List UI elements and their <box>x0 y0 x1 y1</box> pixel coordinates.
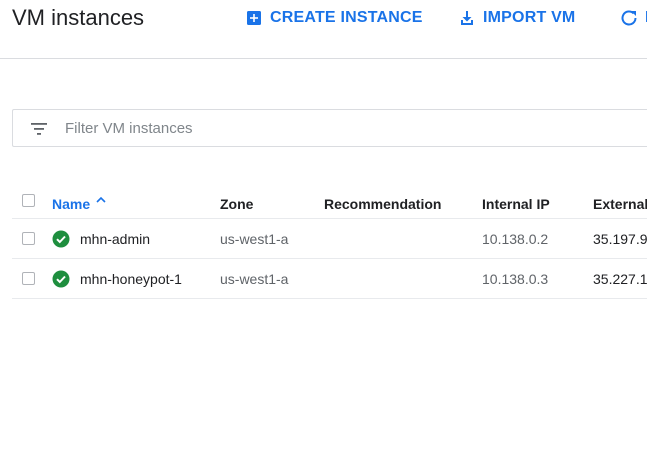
create-instance-button[interactable]: CREATE INSTANCE <box>245 8 423 28</box>
vm-instances-table: Name Zone Recommendation Internal IP Ext… <box>12 184 647 299</box>
instance-name-link[interactable]: mhn-honeypot-1 <box>80 271 182 287</box>
page-header: VM instances CREATE INSTANCE IMPORT VM <box>0 0 647 59</box>
instance-name-link[interactable]: mhn-admin <box>80 231 150 247</box>
refresh-button[interactable]: R <box>620 8 647 28</box>
page-title: VM instances <box>12 5 145 30</box>
table-row: mhn-honeypot-1 us-west1-a 10.138.0.3 35.… <box>12 259 647 299</box>
row-checkbox[interactable] <box>22 272 35 285</box>
refresh-icon <box>620 9 638 27</box>
instance-external-ip[interactable]: 35.227.1 <box>593 259 647 298</box>
row-checkbox-cell <box>22 219 35 258</box>
import-vm-label: IMPORT VM <box>483 9 576 26</box>
create-instance-label: CREATE INSTANCE <box>270 9 423 26</box>
filter-bar[interactable] <box>12 109 647 147</box>
arrow-up-icon <box>95 194 107 206</box>
instance-internal-ip: 10.138.0.3 <box>482 270 549 287</box>
instance-internal-ip: 10.138.0.2 <box>482 230 549 247</box>
instance-external-ip[interactable]: 35.197.9 <box>593 219 647 258</box>
column-header-zone[interactable]: Zone <box>220 184 253 218</box>
column-header-internal-ip[interactable]: Internal IP <box>482 184 550 218</box>
instance-zone: us-west1-a <box>220 230 289 247</box>
row-checkbox[interactable] <box>22 232 35 245</box>
instance-name-cell: mhn-honeypot-1 <box>52 259 182 298</box>
check-circle-icon <box>52 230 70 248</box>
select-all-cell <box>22 184 35 218</box>
column-header-external-ip[interactable]: External <box>593 184 647 218</box>
filter-input[interactable] <box>65 118 625 138</box>
filter-list-icon <box>30 120 48 138</box>
select-all-checkbox[interactable] <box>22 194 35 207</box>
table-header-row: Name Zone Recommendation Internal IP Ext… <box>12 184 647 219</box>
instance-name-cell: mhn-admin <box>52 219 150 258</box>
import-vm-button[interactable]: IMPORT VM <box>458 8 575 28</box>
instance-zone: us-west1-a <box>220 270 289 287</box>
check-circle-icon <box>52 270 70 288</box>
column-header-recommendation[interactable]: Recommendation <box>324 184 441 218</box>
row-checkbox-cell <box>22 259 35 298</box>
table-row: mhn-admin us-west1-a 10.138.0.2 35.197.9 <box>12 219 647 259</box>
add-box-icon <box>245 9 263 27</box>
column-header-name-label: Name <box>52 196 91 212</box>
download-icon <box>458 9 476 27</box>
vm-instances-page: VM instances CREATE INSTANCE IMPORT VM F… <box>0 0 647 473</box>
column-header-name[interactable]: Name <box>52 184 107 218</box>
